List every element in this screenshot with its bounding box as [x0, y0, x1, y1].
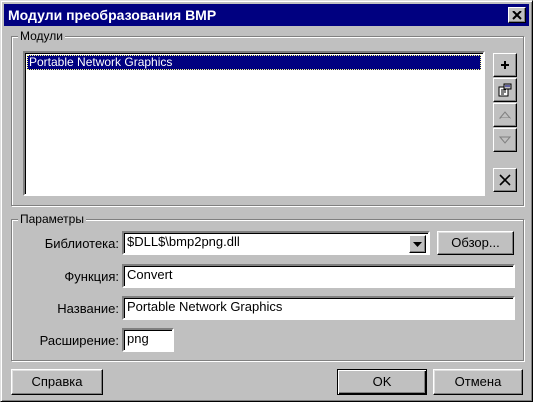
- browse-button[interactable]: Обзор...: [437, 231, 514, 255]
- name-label: Название:: [57, 301, 119, 316]
- plus-icon: [501, 61, 509, 69]
- extension-label: Расширение:: [39, 333, 119, 348]
- modules-list[interactable]: Portable Network Graphics: [23, 51, 485, 196]
- library-label: Библиотека:: [44, 236, 119, 251]
- modules-group-label: Модули: [18, 29, 65, 43]
- edit-module-button[interactable]: [493, 78, 517, 102]
- library-value: $DLL$\bmp2png.dll: [127, 234, 240, 249]
- close-icon: [512, 10, 522, 20]
- ok-button[interactable]: OK: [337, 369, 427, 395]
- delete-module-button[interactable]: [493, 168, 517, 192]
- triangle-up-icon: [499, 111, 511, 119]
- cross-icon: [499, 174, 511, 186]
- chevron-down-icon: [413, 241, 422, 247]
- function-field[interactable]: Convert: [122, 264, 515, 288]
- title-bar[interactable]: Модули преобразования BMP: [4, 4, 529, 26]
- help-button[interactable]: Справка: [11, 369, 103, 395]
- triangle-down-icon: [499, 136, 511, 144]
- add-module-button[interactable]: [493, 53, 517, 77]
- list-item[interactable]: Portable Network Graphics: [27, 55, 481, 70]
- extension-field[interactable]: png: [122, 328, 174, 352]
- params-group-label: Параметры: [18, 212, 86, 226]
- window-title: Модули преобразования BMP: [8, 7, 217, 23]
- function-label: Функция:: [64, 269, 119, 284]
- properties-icon: [498, 83, 512, 97]
- close-button[interactable]: [508, 7, 526, 23]
- dialog-window: Модули преобразования BMP Модули Portabl…: [0, 0, 533, 402]
- name-field[interactable]: Portable Network Graphics: [122, 296, 515, 320]
- move-down-button[interactable]: [493, 128, 517, 152]
- library-combobox[interactable]: $DLL$\bmp2png.dll: [122, 231, 430, 255]
- cancel-button[interactable]: Отмена: [433, 369, 523, 395]
- move-up-button[interactable]: [493, 103, 517, 127]
- library-dropdown-button[interactable]: [409, 235, 426, 253]
